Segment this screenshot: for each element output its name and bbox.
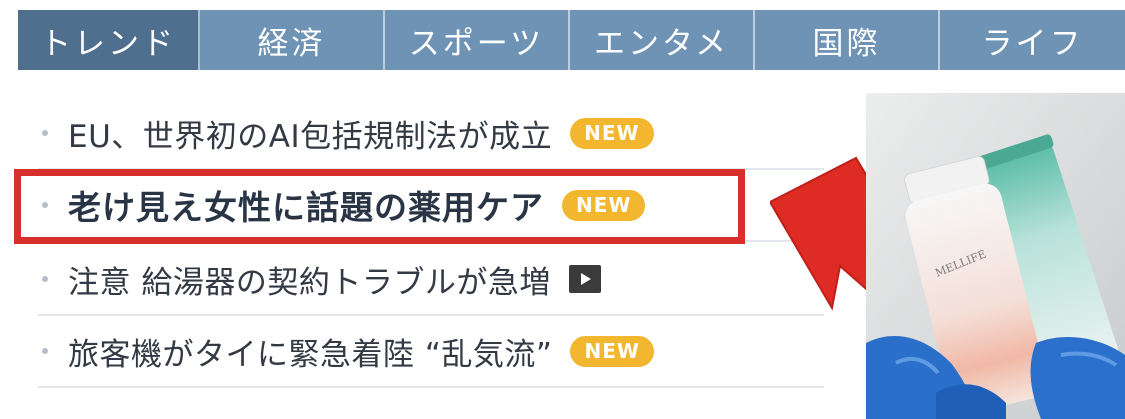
tab-trend[interactable]: トレンド [18, 10, 200, 70]
bullet-icon [42, 276, 48, 282]
bullet-icon [42, 130, 48, 136]
bullet-icon [42, 202, 48, 208]
news-title[interactable]: 旅客機がタイに緊急着陸 “乱気流” [68, 329, 552, 374]
product-image[interactable]: MELLIFE [866, 93, 1125, 419]
news-item[interactable]: EU、世界初のAI包括規制法が成立 NEW [38, 98, 824, 170]
new-badge: NEW [562, 189, 646, 221]
news-title[interactable]: 老け見え女性に話題の薬用ケア [68, 181, 544, 229]
new-badge: NEW [570, 335, 654, 367]
tab-sports[interactable]: スポーツ [385, 10, 570, 70]
tab-economy[interactable]: 経済 [200, 10, 385, 70]
category-tabs: トレンド 経済 スポーツ エンタメ 国際 ライフ [18, 10, 1125, 70]
play-video-icon [568, 265, 601, 293]
news-title[interactable]: 注意 給湯器の契約トラブルが急増 [68, 257, 551, 302]
news-item-featured[interactable]: 老け見え女性に話題の薬用ケア NEW [38, 170, 824, 242]
tab-entertainment[interactable]: エンタメ [570, 10, 755, 70]
bullet-icon [42, 348, 48, 354]
news-item[interactable]: 旅客機がタイに緊急着陸 “乱気流” NEW [38, 316, 824, 388]
news-item[interactable]: 注意 給湯器の契約トラブルが急増 [38, 244, 824, 316]
new-badge: NEW [570, 117, 654, 149]
tab-international[interactable]: 国際 [755, 10, 940, 70]
tab-life[interactable]: ライフ [940, 10, 1125, 70]
news-title[interactable]: EU、世界初のAI包括規制法が成立 [68, 111, 552, 156]
